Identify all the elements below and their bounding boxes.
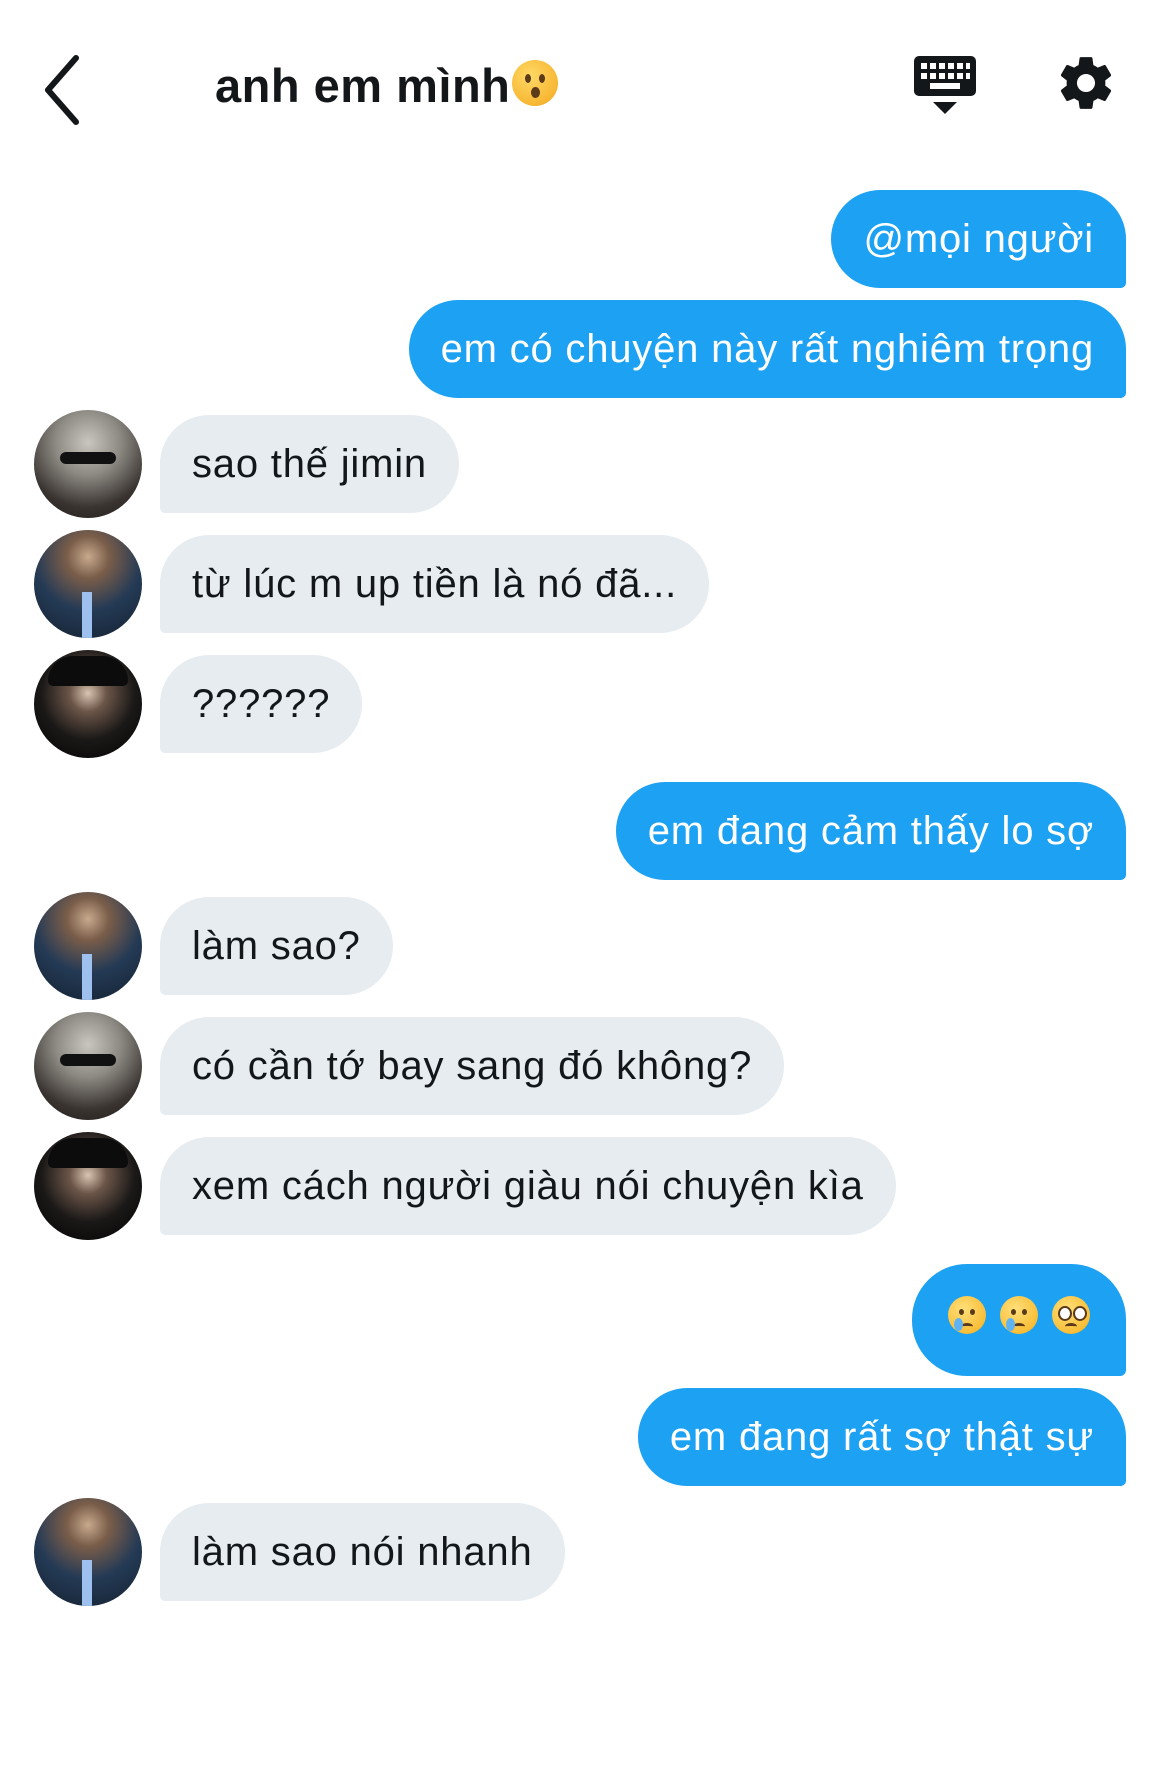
message-row-outgoing	[0, 1264, 1170, 1376]
message-bubble[interactable]: từ lúc m up tiền là nó đã...	[160, 535, 709, 633]
message-row-outgoing: em đang cảm thấy lo sợ	[0, 782, 1170, 880]
gear-icon	[1060, 57, 1112, 109]
back-button[interactable]	[42, 52, 102, 128]
sad-but-relieved-emoji	[1000, 1296, 1038, 1334]
message-row-outgoing: @mọi người	[0, 190, 1170, 288]
avatar[interactable]	[34, 1498, 142, 1606]
avatar[interactable]	[34, 410, 142, 518]
message-bubble[interactable]: sao thế jimin	[160, 415, 459, 513]
message-row-outgoing: em có chuyện này rất nghiêm trọng	[0, 300, 1170, 398]
message-bubble[interactable]: em đang rất sợ thật sự	[637, 1388, 1126, 1486]
settings-button[interactable]	[1055, 52, 1117, 114]
message-row-incoming: xem cách người giàu nói chuyện kìa	[0, 1132, 1170, 1240]
pleading-face-emoji	[1052, 1296, 1090, 1334]
message-row-incoming: sao thế jimin	[0, 410, 1170, 518]
message-bubble[interactable]: làm sao nói nhanh	[160, 1503, 565, 1601]
avatar[interactable]	[34, 530, 142, 638]
message-row-incoming: làm sao?	[0, 892, 1170, 1000]
avatar[interactable]	[34, 1132, 142, 1240]
message-bubble[interactable]: có cần tớ bay sang đó không?	[160, 1017, 785, 1115]
avatar[interactable]	[34, 650, 142, 758]
chevron-left-icon	[45, 55, 79, 125]
message-bubble[interactable]: @mọi người	[831, 190, 1126, 288]
message-row-incoming: làm sao nói nhanh	[0, 1498, 1170, 1606]
emoji-message-bubble[interactable]	[912, 1264, 1126, 1376]
keyboard-toggle-button[interactable]	[912, 52, 978, 118]
conversation-title[interactable]: anh em mình	[215, 58, 559, 113]
keyboard-hide-icon	[914, 56, 976, 114]
message-row-incoming: có cần tớ bay sang đó không?	[0, 1012, 1170, 1120]
message-bubble[interactable]: em có chuyện này rất nghiêm trọng	[408, 300, 1126, 398]
emoji-group	[948, 1296, 1090, 1334]
sad-but-relieved-emoji	[948, 1296, 986, 1334]
message-list[interactable]: @mọi người em có chuyện này rất nghiêm t…	[0, 190, 1170, 1618]
message-row-incoming: từ lúc m up tiền là nó đã...	[0, 530, 1170, 638]
hushed-face-emoji	[512, 60, 559, 106]
avatar[interactable]	[34, 1012, 142, 1120]
message-row-incoming: ??????	[0, 650, 1170, 758]
avatar[interactable]	[34, 892, 142, 1000]
message-bubble[interactable]: em đang cảm thấy lo sợ	[615, 782, 1126, 880]
message-row-outgoing: em đang rất sợ thật sự	[0, 1388, 1170, 1486]
chat-header: anh em mình	[0, 0, 1170, 170]
conversation-title-text: anh em mình	[215, 59, 511, 112]
message-bubble[interactable]: xem cách người giàu nói chuyện kìa	[160, 1137, 896, 1235]
message-bubble[interactable]: làm sao?	[160, 897, 393, 995]
message-bubble[interactable]: ??????	[160, 655, 363, 753]
